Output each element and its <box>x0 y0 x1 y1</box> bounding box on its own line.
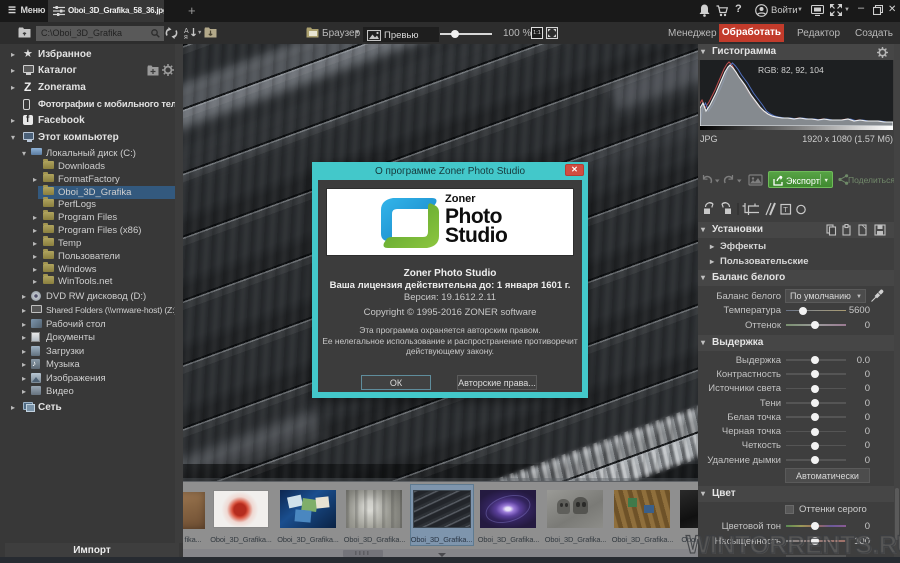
svg-text:я: я <box>184 34 188 39</box>
svg-text:T: T <box>783 205 788 214</box>
svg-text:RGB: 82, 92, 104: RGB: 82, 92, 104 <box>758 65 824 75</box>
